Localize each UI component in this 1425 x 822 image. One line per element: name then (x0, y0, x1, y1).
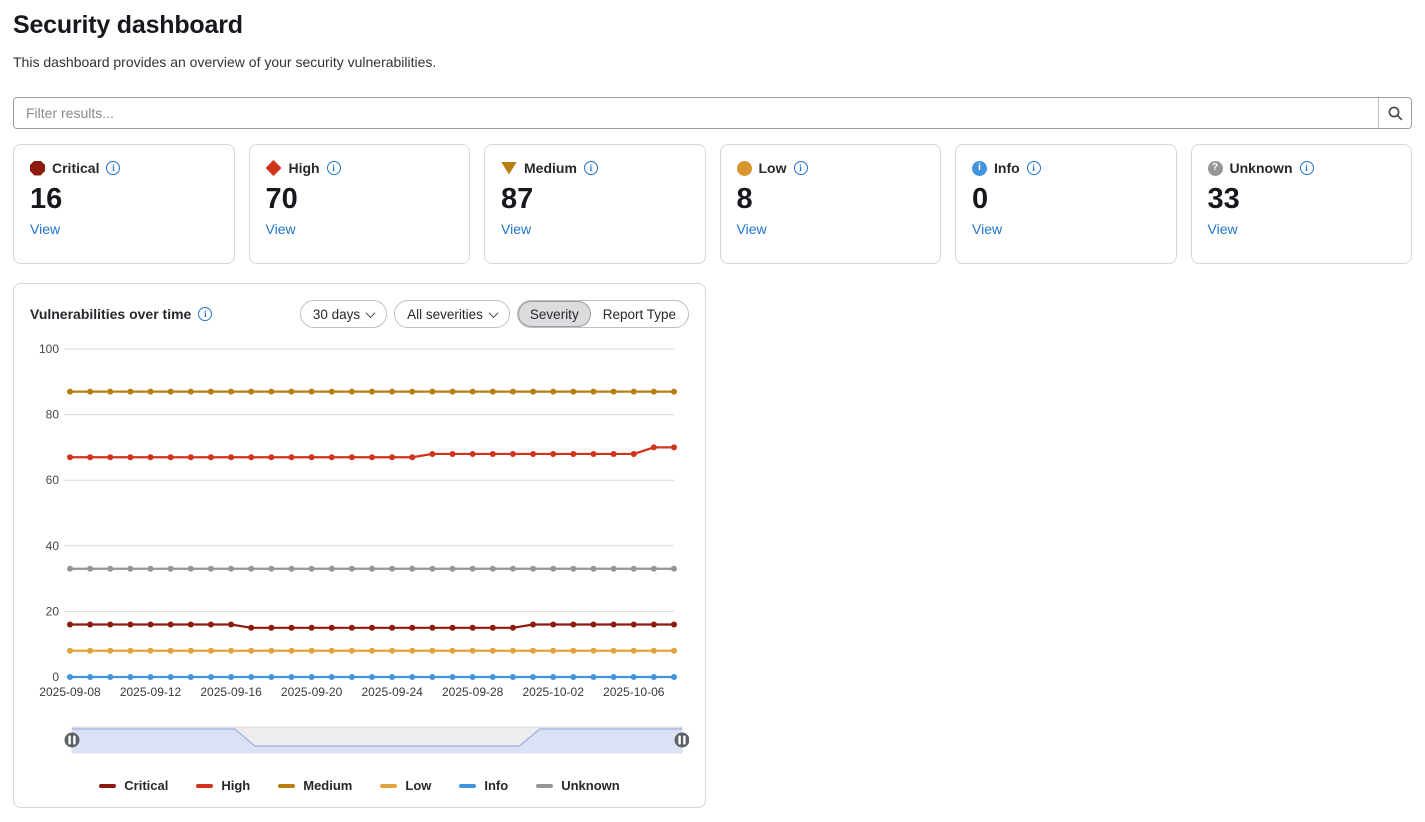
severity-card-label: High (289, 160, 320, 176)
severity-count: 8 (737, 182, 925, 216)
severity-count: 70 (266, 182, 454, 216)
legend-label: Critical (124, 778, 168, 793)
legend-label: Info (484, 778, 508, 793)
info-icon[interactable]: i (794, 161, 808, 175)
search-button[interactable] (1378, 98, 1411, 128)
legend-label: Low (405, 778, 431, 793)
svg-text:2025-09-12: 2025-09-12 (120, 685, 182, 699)
severity-card-label: Low (759, 160, 787, 176)
svg-text:2025-09-28: 2025-09-28 (442, 685, 504, 699)
unknown-severity-icon: ? (1208, 161, 1223, 176)
brush-handle-icon[interactable] (65, 733, 80, 748)
info-icon[interactable]: i (327, 161, 341, 175)
severity-count: 0 (972, 182, 1160, 216)
svg-text:20: 20 (46, 604, 60, 618)
severity-cards-row: Critical i 16 View High i 70 View Medium… (13, 144, 1412, 264)
chart-zoom-brush[interactable] (30, 725, 689, 760)
legend-label: High (221, 778, 250, 793)
legend-swatch (278, 784, 295, 788)
severity-card-label: Critical (52, 160, 99, 176)
view-link-info[interactable]: View (972, 221, 1002, 237)
info-icon[interactable]: i (1027, 161, 1041, 175)
legend-item-info[interactable]: Info (459, 778, 508, 793)
svg-text:40: 40 (46, 539, 60, 553)
toggle-severity[interactable]: Severity (518, 301, 591, 327)
date-range-value: 30 days (313, 307, 360, 322)
svg-text:2025-09-08: 2025-09-08 (39, 685, 101, 699)
view-link-medium[interactable]: View (501, 221, 531, 237)
info-icon[interactable]: i (1300, 161, 1314, 175)
svg-text:0: 0 (52, 670, 59, 684)
svg-text:2025-09-16: 2025-09-16 (200, 685, 262, 699)
severity-card-high: High i 70 View (249, 144, 471, 264)
info-icon[interactable]: i (584, 161, 598, 175)
chart-title: Vulnerabilities over time (30, 306, 191, 322)
severity-card-label: Medium (524, 160, 577, 176)
view-link-low[interactable]: View (737, 221, 767, 237)
line-chart: 0 20 40 60 80 100 2025-09-08 2025-09-12 2025-09-… (30, 342, 689, 715)
severity-card-unknown: ? Unknown i 33 View (1191, 144, 1413, 264)
svg-text:2025-10-02: 2025-10-02 (523, 685, 585, 699)
severity-filter-value: All severities (407, 307, 483, 322)
svg-text:2025-10-06: 2025-10-06 (603, 685, 665, 699)
legend-item-unknown[interactable]: Unknown (536, 778, 620, 793)
severity-card-medium: Medium i 87 View (484, 144, 706, 264)
svg-text:100: 100 (39, 342, 59, 356)
page-title: Security dashboard (13, 10, 1412, 40)
severity-count: 33 (1208, 182, 1396, 216)
high-severity-icon (266, 160, 282, 176)
severity-count: 16 (30, 182, 218, 216)
info-icon[interactable]: i (106, 161, 120, 175)
legend-swatch (536, 784, 553, 788)
low-severity-icon (737, 161, 752, 176)
severity-card-label: Info (994, 160, 1020, 176)
info-severity-icon: i (972, 161, 987, 176)
severity-count: 87 (501, 182, 689, 216)
legend-item-medium[interactable]: Medium (278, 778, 352, 793)
legend-label: Unknown (561, 778, 620, 793)
svg-text:80: 80 (46, 408, 60, 422)
chevron-down-icon (488, 308, 498, 318)
svg-text:2025-09-24: 2025-09-24 (361, 685, 423, 699)
legend-swatch (459, 784, 476, 788)
severity-card-label: Unknown (1230, 160, 1293, 176)
legend-swatch (196, 784, 213, 788)
filter-input[interactable] (14, 98, 1378, 128)
legend-item-critical[interactable]: Critical (99, 778, 168, 793)
date-range-dropdown[interactable]: 30 days (300, 300, 387, 328)
filter-bar (13, 97, 1412, 129)
brush-handle-icon[interactable] (675, 733, 690, 748)
info-icon[interactable]: i (198, 307, 212, 321)
chevron-down-icon (366, 308, 376, 318)
vulnerabilities-over-time-card: Vulnerabilities over time i 30 days All … (13, 283, 706, 808)
critical-severity-icon (30, 161, 45, 176)
svg-text:60: 60 (46, 473, 60, 487)
toggle-report-type[interactable]: Report Type (591, 301, 688, 327)
security-dashboard-page: Security dashboard This dashboard provid… (0, 10, 1425, 808)
medium-severity-icon (501, 162, 517, 175)
page-subtitle: This dashboard provides an overview of y… (13, 54, 1412, 71)
search-icon (1387, 105, 1404, 122)
view-link-unknown[interactable]: View (1208, 221, 1238, 237)
view-link-critical[interactable]: View (30, 221, 60, 237)
severity-filter-dropdown[interactable]: All severities (394, 300, 510, 328)
legend-swatch (380, 784, 397, 788)
legend-swatch (99, 784, 116, 788)
severity-card-low: Low i 8 View (720, 144, 942, 264)
chart-legend: Critical High Medium Low Info Unknown (30, 778, 689, 793)
svg-text:2025-09-20: 2025-09-20 (281, 685, 343, 699)
view-link-high[interactable]: View (266, 221, 296, 237)
legend-item-high[interactable]: High (196, 778, 250, 793)
legend-item-low[interactable]: Low (380, 778, 431, 793)
legend-label: Medium (303, 778, 352, 793)
group-by-toggle: Severity Report Type (517, 300, 689, 328)
severity-card-critical: Critical i 16 View (13, 144, 235, 264)
severity-card-info: i Info i 0 View (955, 144, 1177, 264)
